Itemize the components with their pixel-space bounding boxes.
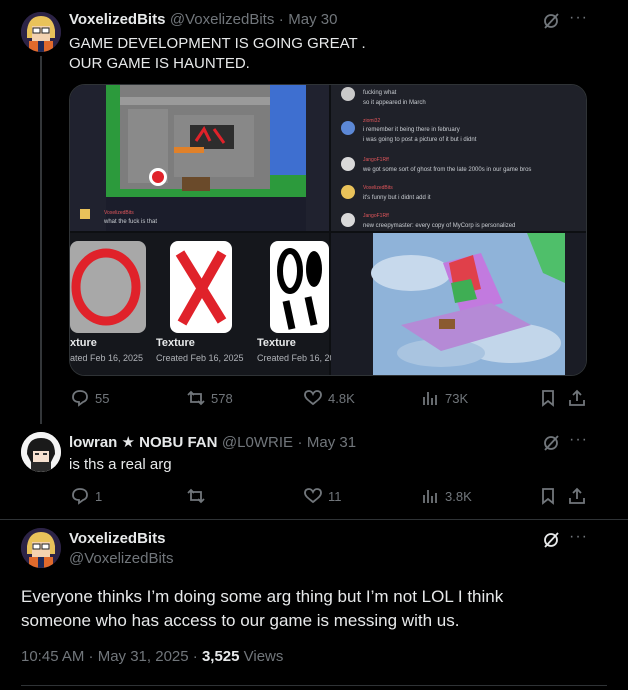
like-count: 4.8K <box>328 390 355 406</box>
post-text-line: Everyone thinks I’m doing some arg thing… <box>21 587 504 606</box>
share-button[interactable] <box>568 389 586 407</box>
chat-message: new creepymaster: every copy of MyCorp i… <box>363 223 516 229</box>
thread-line <box>40 56 42 424</box>
chat-message: so it appeared in March <box>363 100 426 106</box>
chat-message: it's funny but i didnt add it <box>363 195 431 201</box>
bookmark-icon <box>542 488 554 505</box>
bookmark-icon <box>542 390 554 407</box>
media-grid[interactable]: VoxelizedBits what the fuck is that fuck… <box>69 84 587 376</box>
texture-created: Created Feb 16, 2025 <box>156 353 244 363</box>
more-icon[interactable]: ··· <box>569 431 588 449</box>
reply-icon <box>72 390 88 407</box>
grok-icon[interactable] <box>542 434 560 452</box>
sky-screenshot[interactable] <box>331 233 586 375</box>
repost-button[interactable]: 578 <box>187 389 233 407</box>
grok-icon[interactable] <box>542 12 560 30</box>
share-icon <box>569 487 585 504</box>
repost-button[interactable] <box>187 487 211 505</box>
chat-username: JangoF1Rff <box>363 213 389 219</box>
post-date[interactable]: May 30 <box>288 11 337 28</box>
like-button[interactable]: 11 <box>304 487 342 505</box>
chat-message: fucking what <box>363 90 397 96</box>
chat-username: VoxelizedBits <box>363 185 393 191</box>
views-label: Views <box>239 648 284 665</box>
reply-button[interactable]: 1 <box>71 487 102 505</box>
more-icon[interactable]: ··· <box>569 528 588 546</box>
game-chat-name: VoxelizedBits <box>104 210 134 216</box>
chat-screenshot[interactable]: fucking what so it appeared in March zio… <box>331 85 586 231</box>
share-button[interactable] <box>568 487 586 505</box>
texture-title: Texture <box>257 337 296 349</box>
like-button[interactable]: 4.8K <box>304 389 355 407</box>
texture-created: ated Feb 16, 2025 <box>70 353 144 363</box>
author-name[interactable]: lowran ★ NOBU FAN <box>69 434 217 451</box>
chat-message: i remember it being there in february <box>363 127 460 133</box>
share-icon <box>569 389 585 406</box>
author-handle[interactable]: @L0WRIE <box>222 434 293 451</box>
views-button[interactable]: 73K <box>421 389 468 407</box>
bookmark-button[interactable] <box>539 487 557 505</box>
post-text-line: GAME DEVELOPMENT IS GOING GREAT . <box>69 35 366 52</box>
repost-icon <box>187 390 205 406</box>
reply-icon <box>72 488 88 505</box>
repost-count: 578 <box>211 390 233 406</box>
like-icon <box>304 488 322 504</box>
texture-title: Texture <box>156 337 195 349</box>
bookmark-button[interactable] <box>539 389 557 407</box>
views-count: 73K <box>445 390 469 406</box>
texture-title: xture <box>70 337 97 349</box>
views-count: 3,525 <box>201 648 240 665</box>
repost-icon <box>187 488 205 504</box>
post-text-line: OUR GAME IS HAUNTED. <box>69 55 250 72</box>
divider <box>0 519 628 520</box>
views-icon <box>423 490 437 503</box>
author-handle[interactable]: @VoxelizedBits <box>69 550 173 567</box>
separator: · <box>278 11 284 28</box>
avatar[interactable] <box>21 432 61 472</box>
post-date[interactable]: May 31 <box>307 434 356 451</box>
views-icon <box>423 392 437 405</box>
divider <box>21 685 607 686</box>
reply-count: 1 <box>95 488 103 504</box>
game-chat-text: what the fuck is that <box>104 219 158 225</box>
reply-count: 55 <box>95 390 110 406</box>
author-name[interactable]: VoxelizedBits <box>69 11 165 28</box>
chat-username: ziomi32 <box>363 118 381 124</box>
post-text-line: someone who has access to our game is me… <box>21 611 460 630</box>
texture-created: Created Feb 16, 202 <box>257 353 340 363</box>
reply-button[interactable]: 55 <box>71 389 109 407</box>
avatar[interactable] <box>21 528 61 568</box>
like-count: 11 <box>328 488 342 504</box>
more-icon[interactable]: ··· <box>569 9 588 27</box>
chat-message: we got some sort of ghost from the late … <box>363 167 532 173</box>
separator: · <box>297 434 303 451</box>
grok-icon[interactable] <box>542 531 560 549</box>
chat-username: JangoF1Rff <box>363 157 389 163</box>
author-handle[interactable]: @VoxelizedBits <box>170 11 274 28</box>
texture-screenshot[interactable]: xture ated Feb 16, 2025 Texture Created … <box>70 233 340 375</box>
avatar[interactable] <box>21 12 61 52</box>
views-count: 3.8K <box>445 488 472 504</box>
like-icon <box>304 390 322 406</box>
views-button[interactable]: 3.8K <box>421 487 472 505</box>
chat-message: i was going to post a picture of it but … <box>363 137 477 143</box>
post-timestamp[interactable]: 10:45 AM · May 31, 2025 · <box>21 648 202 665</box>
author-name[interactable]: VoxelizedBits <box>69 530 165 547</box>
post-text: is ths a real arg <box>69 456 172 473</box>
